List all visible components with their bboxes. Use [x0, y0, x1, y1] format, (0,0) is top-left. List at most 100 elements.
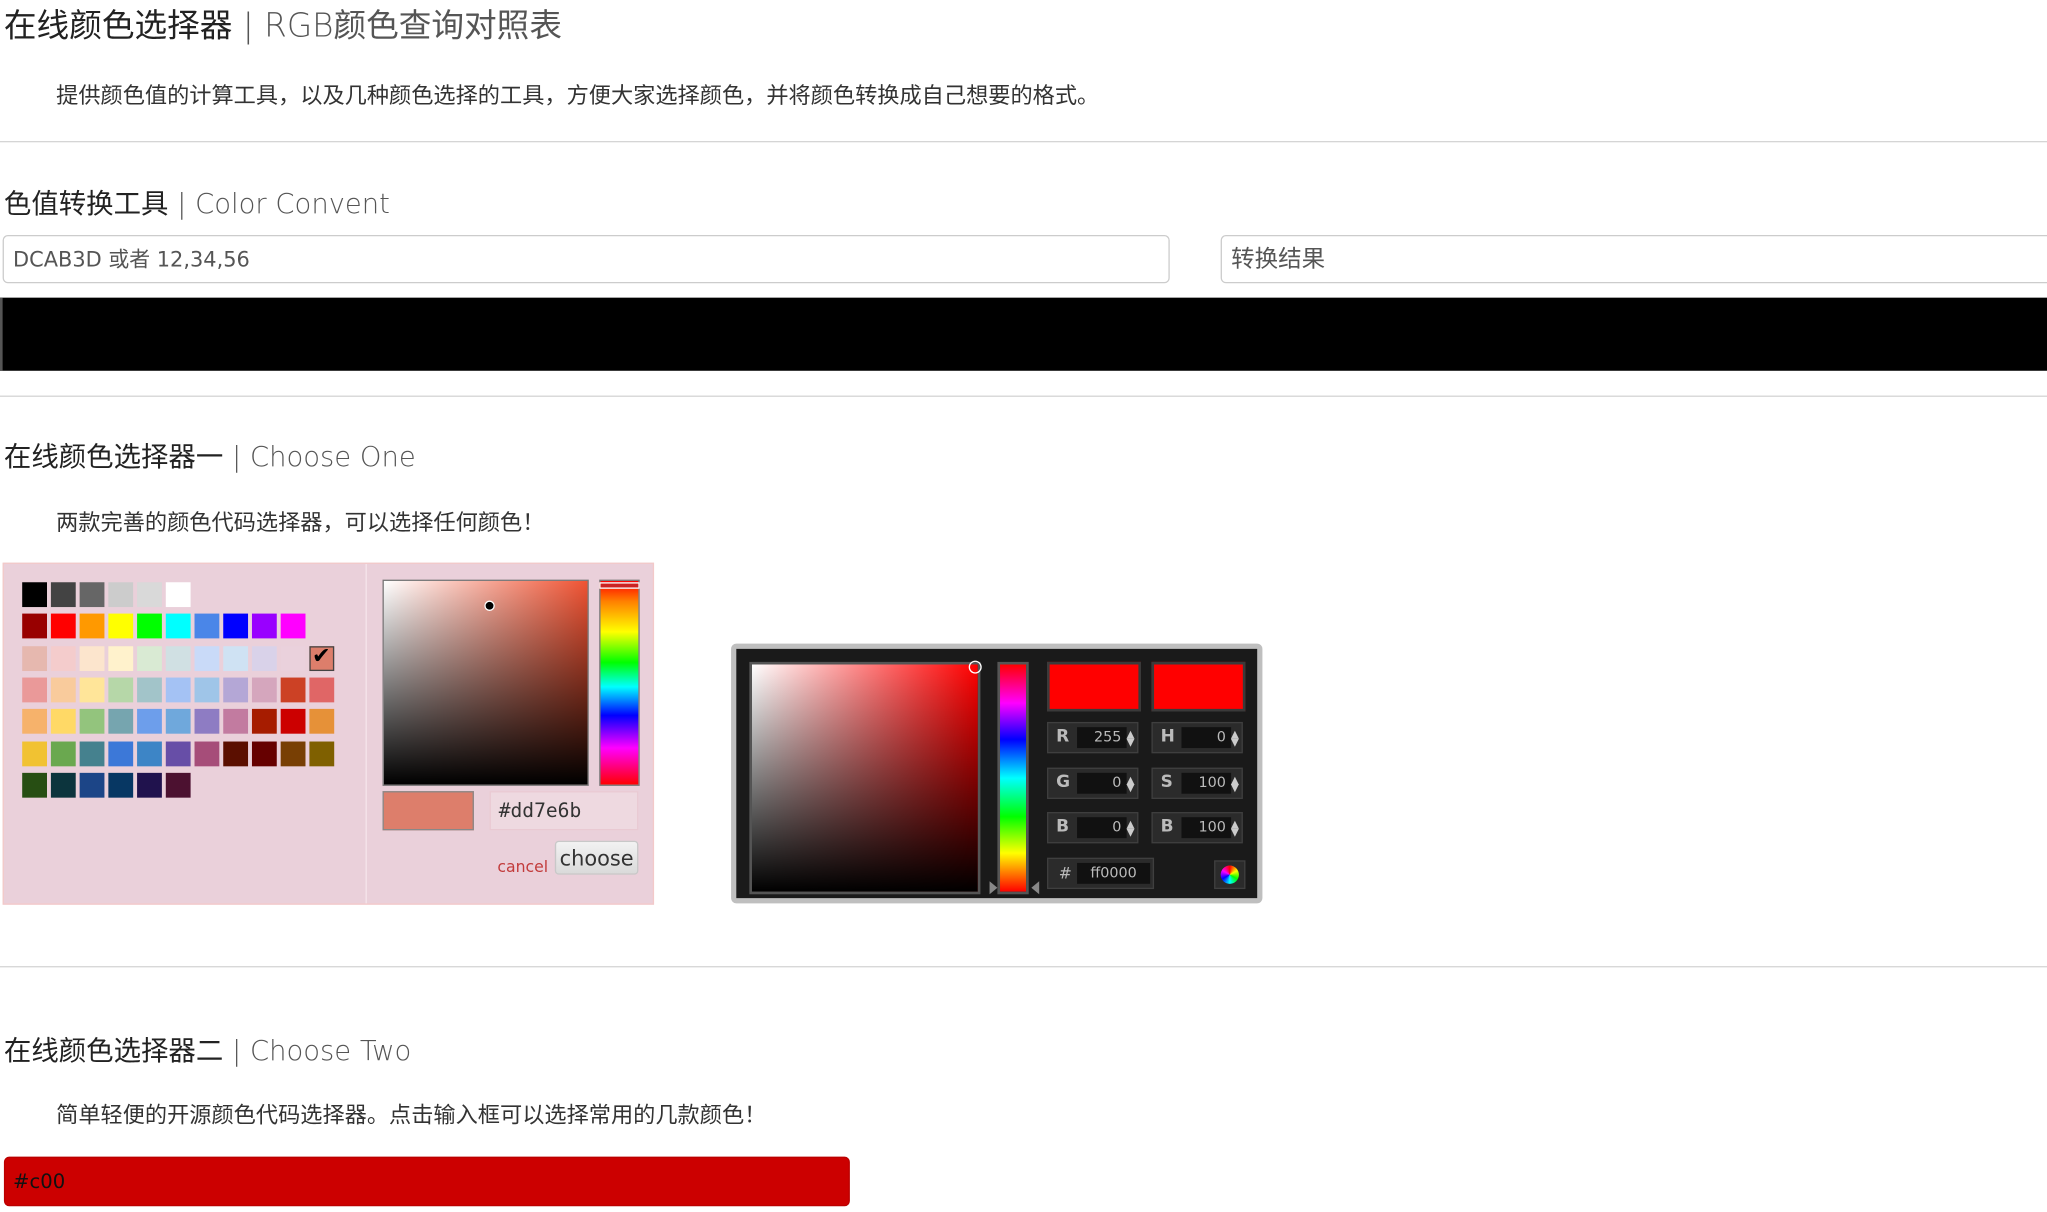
- green-value[interactable]: 0: [1077, 772, 1127, 794]
- color-swatch[interactable]: ✔: [309, 643, 335, 671]
- red-field[interactable]: R 255 ▲ ▼: [1047, 721, 1139, 754]
- color-swatch[interactable]: [79, 645, 105, 671]
- color-swatch[interactable]: [108, 645, 134, 671]
- color-swatch[interactable]: [165, 709, 191, 734]
- saturation-value-area[interactable]: [382, 579, 589, 786]
- color-swatch[interactable]: [251, 613, 277, 639]
- color-swatch[interactable]: [223, 645, 249, 671]
- color-swatch[interactable]: [79, 740, 105, 766]
- color-swatch[interactable]: [22, 740, 47, 766]
- color-swatch[interactable]: [165, 613, 191, 639]
- color-swatch[interactable]: [165, 645, 191, 671]
- saturation-value[interactable]: 100: [1181, 772, 1232, 794]
- color-swatch[interactable]: [50, 740, 76, 766]
- hue-arrow-right-icon[interactable]: [1031, 881, 1040, 895]
- color-swatch[interactable]: [50, 582, 76, 608]
- color-swatch[interactable]: [137, 772, 162, 798]
- color-swatch[interactable]: [108, 582, 134, 608]
- blue-value[interactable]: 0: [1077, 817, 1127, 839]
- color-swatch[interactable]: [79, 772, 105, 798]
- color-swatch[interactable]: [137, 740, 162, 766]
- color-swatch[interactable]: [137, 645, 162, 671]
- color-swatch[interactable]: [280, 645, 306, 671]
- color-swatch[interactable]: [108, 709, 134, 734]
- spinner-icon[interactable]: ▲ ▼: [1126, 729, 1134, 747]
- color-swatch[interactable]: [50, 709, 76, 734]
- cancel-link[interactable]: cancel: [497, 858, 548, 876]
- spinner-icon[interactable]: ▲ ▼: [1126, 819, 1134, 837]
- color-swatch[interactable]: [108, 740, 134, 766]
- color-swatch[interactable]: [137, 613, 162, 639]
- hue-field[interactable]: H 0 ▲ ▼: [1151, 721, 1243, 754]
- color-swatch[interactable]: [251, 645, 277, 671]
- brightness-value[interactable]: 100: [1181, 817, 1232, 839]
- color-swatch[interactable]: [50, 772, 76, 798]
- color-swatch[interactable]: [22, 677, 47, 703]
- color-swatch[interactable]: [280, 613, 306, 639]
- saturation-value-area[interactable]: [749, 660, 982, 895]
- color-swatch[interactable]: [22, 645, 47, 671]
- color-swatch[interactable]: [251, 677, 277, 703]
- color-swatch[interactable]: [280, 709, 306, 734]
- color-swatch[interactable]: [165, 740, 191, 766]
- hex-value[interactable]: ff0000: [1077, 862, 1151, 884]
- color-swatch[interactable]: [137, 709, 162, 734]
- color-swatch[interactable]: [309, 677, 335, 703]
- color-swatch[interactable]: [79, 677, 105, 703]
- color-swatch[interactable]: [165, 582, 191, 608]
- color-wheel-button[interactable]: [1214, 860, 1246, 890]
- hue-arrow-left-icon[interactable]: [989, 881, 998, 895]
- color-swatch[interactable]: [22, 613, 47, 639]
- brightness-field[interactable]: B 100 ▲ ▼: [1151, 812, 1243, 844]
- color-swatch[interactable]: [194, 709, 220, 734]
- color-swatch[interactable]: [50, 645, 76, 671]
- color-swatch[interactable]: [309, 709, 335, 734]
- color-swatch[interactable]: [194, 740, 220, 766]
- color-swatch[interactable]: [50, 613, 76, 639]
- color-swatch[interactable]: [108, 677, 134, 703]
- hex-input[interactable]: #dd7e6b: [489, 791, 639, 831]
- hex-field[interactable]: # ff0000: [1047, 857, 1155, 890]
- convert-result-field[interactable]: [1220, 234, 2047, 284]
- color-swatch[interactable]: [280, 740, 306, 766]
- color-value-input[interactable]: [2, 234, 1170, 284]
- color-input-two[interactable]: #c00: [3, 1156, 850, 1207]
- picker-handle[interactable]: [968, 660, 982, 674]
- color-swatch[interactable]: [251, 709, 277, 734]
- color-swatch[interactable]: [50, 677, 76, 703]
- color-swatch[interactable]: [22, 709, 47, 734]
- hue-slider[interactable]: [599, 579, 640, 786]
- color-swatch[interactable]: [79, 582, 105, 608]
- color-swatch[interactable]: [251, 740, 277, 766]
- spinner-icon[interactable]: ▲ ▼: [1231, 729, 1239, 747]
- color-swatch[interactable]: [165, 677, 191, 703]
- color-swatch[interactable]: [223, 677, 249, 703]
- spinner-icon[interactable]: ▲ ▼: [1231, 819, 1239, 837]
- color-swatch[interactable]: [108, 613, 134, 639]
- blue-field[interactable]: B 0 ▲ ▼: [1047, 812, 1139, 844]
- color-swatch[interactable]: [223, 709, 249, 734]
- choose-button[interactable]: choose: [554, 840, 639, 875]
- hue-slider[interactable]: [997, 661, 1029, 895]
- color-swatch[interactable]: [194, 613, 220, 639]
- hue-value[interactable]: 0: [1181, 727, 1232, 749]
- spinner-icon[interactable]: ▲ ▼: [1231, 775, 1239, 793]
- color-swatch[interactable]: [194, 645, 220, 671]
- green-field[interactable]: G 0 ▲ ▼: [1047, 767, 1139, 799]
- red-value[interactable]: 255: [1077, 727, 1127, 749]
- color-swatch[interactable]: [108, 772, 134, 798]
- color-swatch[interactable]: [223, 740, 249, 766]
- saturation-field[interactable]: S 100 ▲ ▼: [1151, 767, 1243, 799]
- color-swatch[interactable]: [280, 677, 306, 703]
- color-swatch[interactable]: [22, 772, 47, 798]
- color-swatch[interactable]: [137, 677, 162, 703]
- color-swatch[interactable]: [22, 582, 47, 608]
- hue-slider-handle[interactable]: [599, 582, 640, 589]
- color-swatch[interactable]: [79, 613, 105, 639]
- color-swatch[interactable]: [309, 740, 335, 766]
- color-swatch[interactable]: [223, 613, 249, 639]
- color-swatch[interactable]: [165, 772, 191, 798]
- spinner-icon[interactable]: ▲ ▼: [1126, 775, 1134, 793]
- color-swatch[interactable]: [137, 582, 162, 608]
- color-swatch[interactable]: [79, 709, 105, 734]
